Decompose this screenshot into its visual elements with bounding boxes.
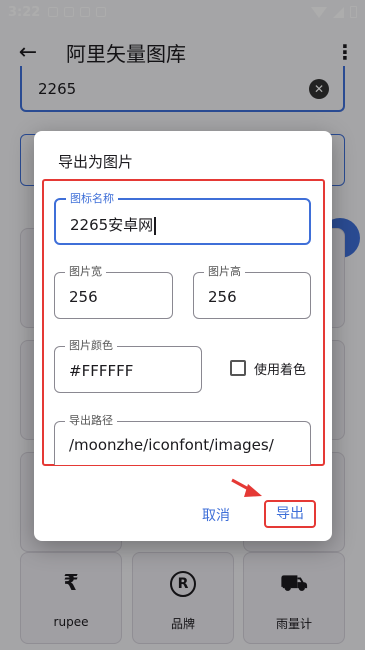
icon-name-label: 图标名称: [66, 191, 118, 207]
use-tint-checkbox[interactable]: [230, 360, 246, 376]
export-path-label: 导出路径: [65, 413, 117, 429]
height-field[interactable]: 图片高 256: [193, 264, 311, 319]
color-field[interactable]: 图片颜色 #FFFFFF: [54, 338, 202, 393]
icon-name-field[interactable]: 图标名称 2265安卓网: [54, 191, 311, 245]
export-path-value: /moonzhe/iconfont/images/: [69, 436, 274, 454]
text-caret: [154, 216, 156, 235]
width-label: 图片宽: [65, 264, 106, 280]
use-tint-label: 使用着色: [254, 363, 307, 378]
color-label: 图片颜色: [65, 338, 117, 354]
icon-name-value: 2265安卓网: [70, 216, 154, 234]
height-label: 图片高: [204, 264, 245, 280]
export-path-field[interactable]: 导出路径 /moonzhe/iconfont/images/: [54, 413, 311, 465]
width-field[interactable]: 图片宽 256: [54, 264, 173, 319]
dialog-title: 导出为图片: [58, 153, 134, 171]
color-value: #FFFFFF: [69, 362, 134, 380]
height-value: 256: [208, 288, 237, 306]
pointer-arrow-icon: [231, 478, 262, 497]
export-dialog: 导出为图片 图标名称 2265安卓网 图片宽 256 图片高 256 图片颜色 …: [34, 131, 332, 541]
width-value: 256: [69, 288, 98, 306]
export-button[interactable]: 导出: [264, 500, 316, 528]
cancel-button[interactable]: 取消: [202, 505, 230, 525]
